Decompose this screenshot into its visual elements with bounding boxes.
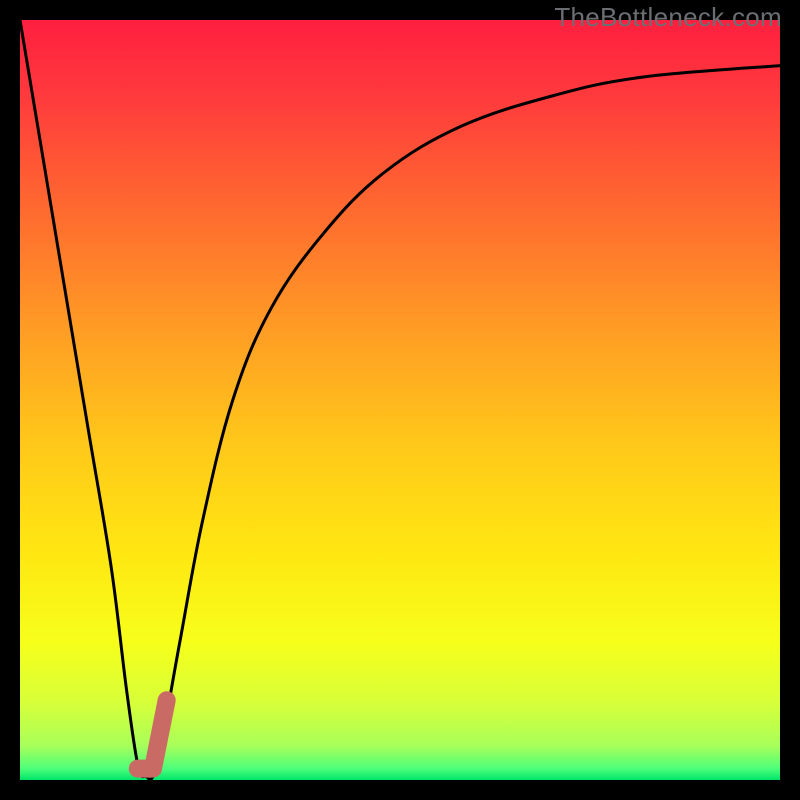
marker-segment: [20, 20, 780, 780]
chart-frame: TheBottleneck.com: [0, 0, 800, 800]
plot-area: [20, 20, 780, 780]
watermark-text: TheBottleneck.com: [554, 2, 782, 33]
